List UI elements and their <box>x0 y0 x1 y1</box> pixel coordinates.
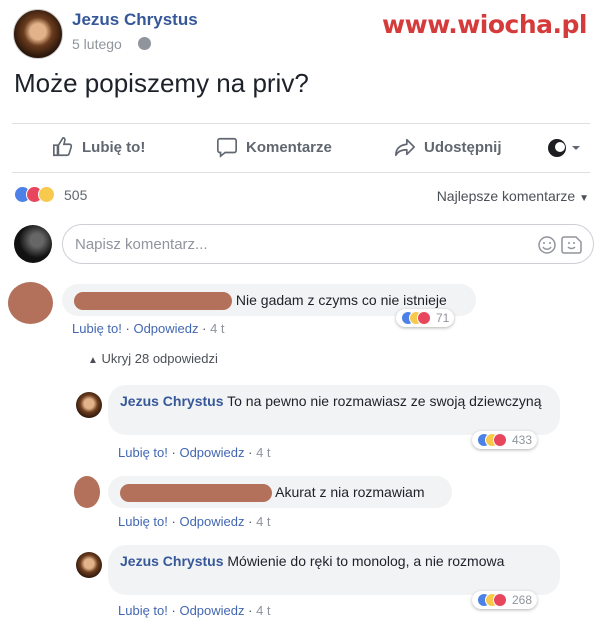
reply-meta: Lubię to! · Odpowiedz · 4 t <box>118 514 271 529</box>
thumbs-up-icon <box>53 137 73 157</box>
redacted-name <box>74 292 232 311</box>
reply-author-avatar[interactable] <box>76 552 102 578</box>
reaction-summary[interactable]: 505 <box>14 186 87 203</box>
redacted-name <box>120 484 272 503</box>
reply-text: To na pewno nie rozmawiasz ze swoją dzie… <box>227 393 542 409</box>
reply-reply-link[interactable]: Odpowiedz <box>179 514 244 529</box>
comment-time[interactable]: 4 t <box>210 321 224 336</box>
hide-replies-toggle[interactable]: ▲ Ukryj 28 odpowiedzi <box>88 351 218 366</box>
watermark: www.wiocha.pl <box>382 10 587 39</box>
post-author[interactable]: Jezus Chrystus <box>72 10 198 30</box>
hide-replies-label: Ukryj 28 odpowiedzi <box>101 351 218 366</box>
comment-input-placeholder: Napisz komentarz... <box>75 235 208 253</box>
reply-author-avatar[interactable] <box>76 392 102 418</box>
love-reaction-icon <box>493 593 507 607</box>
reply-reactions[interactable]: 268 <box>472 591 538 609</box>
divider <box>12 172 590 173</box>
reply-reaction-count: 433 <box>512 433 533 447</box>
chevron-up-icon: ▲ <box>88 355 98 366</box>
comment-meta: Lubię to! · Odpowiedz · 4 t <box>72 321 225 336</box>
like-label: Lubię to! <box>82 138 146 156</box>
divider <box>12 123 590 124</box>
commenter-avatar-redacted <box>74 476 100 508</box>
sort-label: Najlepsze komentarze <box>436 188 576 204</box>
share-button[interactable]: Udostępnij <box>394 136 502 158</box>
post-date[interactable]: 5 lutego <box>72 36 122 52</box>
reply-reaction-count: 268 <box>512 593 533 607</box>
public-globe-icon <box>138 37 151 50</box>
post-text: Może popiszemy na priv? <box>14 68 309 98</box>
reply-reply-link[interactable]: Odpowiedz <box>179 603 244 618</box>
chevron-down-icon <box>572 146 580 150</box>
comment-like-link[interactable]: Lubię to! <box>72 321 122 336</box>
react-as-selector[interactable] <box>547 138 581 158</box>
commenter-avatar-redacted <box>8 282 53 324</box>
emoji-icon[interactable] <box>537 235 557 255</box>
sort-comments-dropdown[interactable]: Najlepsze komentarze ▼ <box>437 188 589 204</box>
reply-meta: Lubię to! · Odpowiedz · 4 t <box>118 603 271 618</box>
love-reaction-icon <box>493 433 507 447</box>
comment-button[interactable]: Komentarze <box>216 136 332 158</box>
haha-reaction-icon <box>38 186 55 203</box>
comment-bubble-icon <box>217 137 237 158</box>
comment-text: Nie gadam z czyms co nie istnieje <box>235 292 447 308</box>
current-user-avatar <box>14 225 52 263</box>
reply-bubble: Jezus Chrystus Mówienie do ręki to monol… <box>108 545 560 595</box>
comment-input[interactable]: Napisz komentarz... <box>62 224 594 264</box>
comment-reactions[interactable]: 71 <box>396 309 455 327</box>
reply-bubble: Akurat z nia rozmawiam <box>108 476 452 508</box>
reply-reply-link[interactable]: Odpowiedz <box>179 445 244 460</box>
reply-time[interactable]: 4 t <box>256 603 270 618</box>
caret-down-icon: ▼ <box>579 193 589 204</box>
reply-author[interactable]: Jezus Chrystus <box>120 553 223 569</box>
profile-mini-icon <box>548 139 566 157</box>
comment-reply-link[interactable]: Odpowiedz <box>133 321 198 336</box>
reply-like-link[interactable]: Lubię to! <box>118 514 168 529</box>
reply-meta: Lubię to! · Odpowiedz · 4 t <box>118 445 271 460</box>
reply-text: Mówienie do ręki to monolog, a nie rozmo… <box>227 553 505 569</box>
reply-text: Akurat z nia rozmawiam <box>275 484 425 500</box>
comment-label: Komentarze <box>246 138 332 156</box>
reaction-count: 505 <box>64 186 88 203</box>
share-label: Udostępnij <box>424 138 502 156</box>
reply-author[interactable]: Jezus Chrystus <box>120 393 223 409</box>
like-button[interactable]: Lubię to! <box>52 136 145 158</box>
reply-reactions[interactable]: 433 <box>472 431 538 449</box>
author-avatar[interactable] <box>13 9 63 59</box>
reply-like-link[interactable]: Lubię to! <box>118 445 168 460</box>
reply-bubble: Jezus Chrystus To na pewno nie rozmawias… <box>108 385 560 435</box>
reply-time[interactable]: 4 t <box>256 445 270 460</box>
reply-time[interactable]: 4 t <box>256 514 270 529</box>
comment-reaction-count: 71 <box>436 311 450 325</box>
sticker-icon[interactable] <box>561 235 583 255</box>
reply-like-link[interactable]: Lubię to! <box>118 603 168 618</box>
love-reaction-icon <box>417 311 431 325</box>
share-arrow-icon <box>395 138 415 157</box>
